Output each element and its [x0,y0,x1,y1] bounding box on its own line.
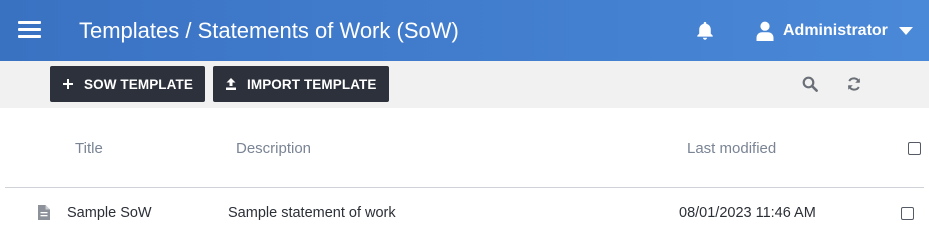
column-header-description[interactable]: Description [236,140,311,157]
sow-template-button[interactable]: SOW TEMPLATE [50,66,205,102]
row-last-modified: 08/01/2023 11:46 AM [679,205,816,221]
table-row[interactable]: Sample SoW Sample statement of work 08/0… [0,188,929,239]
search-icon[interactable] [802,76,818,92]
row-description: Sample statement of work [228,205,396,221]
user-menu[interactable]: Administrator [756,19,913,43]
bell-icon[interactable] [694,20,716,42]
plus-icon [63,79,73,89]
select-all-checkbox[interactable] [908,142,921,155]
row-title[interactable]: Sample SoW [67,205,152,221]
import-template-label: IMPORT TEMPLATE [247,76,377,92]
column-header-title[interactable]: Title [75,140,103,157]
user-icon [756,21,774,41]
user-name: Administrator [783,22,888,39]
table-header: Title Description Last modified [0,108,929,188]
import-template-button[interactable]: IMPORT TEMPLATE [213,66,389,102]
caret-down-icon[interactable] [898,27,913,35]
refresh-icon[interactable] [846,76,862,92]
sow-template-label: SOW TEMPLATE [84,76,193,92]
row-checkbox[interactable] [901,207,914,220]
top-bar: Templates / Statements of Work (SoW) Adm… [0,0,929,61]
document-icon [38,205,50,220]
hamburger-menu-icon[interactable] [18,21,41,39]
toolbar: SOW TEMPLATE IMPORT TEMPLATE [0,61,929,108]
page-title: Templates / Statements of Work (SoW) [79,18,459,43]
column-header-last-modified[interactable]: Last modified [687,140,776,157]
upload-icon [226,78,236,90]
